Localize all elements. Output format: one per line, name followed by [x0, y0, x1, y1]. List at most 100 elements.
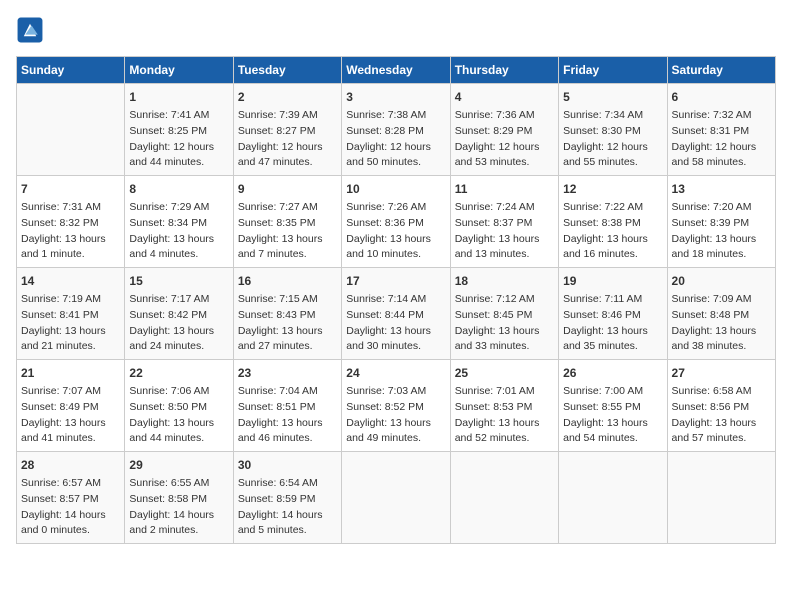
day-info: Sunrise: 7:19 AM Sunset: 8:41 PM Dayligh…: [21, 292, 120, 355]
column-header-sunday: Sunday: [17, 57, 125, 84]
day-info: Sunrise: 7:17 AM Sunset: 8:42 PM Dayligh…: [129, 292, 228, 355]
day-number: 23: [238, 364, 337, 382]
day-number: 17: [346, 272, 445, 290]
calendar-cell: 18Sunrise: 7:12 AM Sunset: 8:45 PM Dayli…: [450, 268, 558, 360]
day-number: 6: [672, 88, 771, 106]
calendar-cell: [559, 452, 667, 544]
column-header-monday: Monday: [125, 57, 233, 84]
calendar-cell: 4 Sunrise: 7:36 AM Sunset: 8:29 PM Daylig…: [450, 84, 558, 176]
day-number: 11: [455, 180, 554, 198]
day-number: 16: [238, 272, 337, 290]
day-number: 14: [21, 272, 120, 290]
day-info: Sunrise: 7:31 AM Sunset: 8:32 PM Dayligh…: [21, 200, 120, 263]
calendar-cell: 12 Sunrise: 7:22 AM Sunset: 8:38 PM Dayli…: [559, 176, 667, 268]
day-number: 27: [672, 364, 771, 382]
day-info: Sunrise: 7:36 AM Sunset: 8:29 PM Dayligh…: [455, 108, 554, 171]
calendar-cell: 23Sunrise: 7:04 AM Sunset: 8:51 PM Dayli…: [233, 360, 341, 452]
day-number: 13: [672, 180, 771, 198]
day-number: 29: [129, 456, 228, 474]
day-info: Sunrise: 7:24 AM Sunset: 8:37 PM Dayligh…: [455, 200, 554, 263]
calendar-cell: 26 Sunrise: 7:00 AM Sunset: 8:55 PM Dayli…: [559, 360, 667, 452]
calendar-header-row: SundayMondayTuesdayWednesdayThursdayFrid…: [17, 57, 776, 84]
day-number: 4: [455, 88, 554, 106]
calendar-cell: 20 Sunrise: 7:09 AM Sunset: 8:48 PM Dayli…: [667, 268, 775, 360]
page-header: [16, 16, 776, 44]
calendar-cell: 8 Sunrise: 7:29 AM Sunset: 8:34 PM Daylig…: [125, 176, 233, 268]
calendar-cell: 2 Sunrise: 7:39 AM Sunset: 8:27 PM Daylig…: [233, 84, 341, 176]
calendar-cell: 30 Sunrise: 6:54 AM Sunset: 8:59 PM Dayli…: [233, 452, 341, 544]
calendar-cell: 3Sunrise: 7:38 AM Sunset: 8:28 PM Daylig…: [342, 84, 450, 176]
calendar-cell: 6 Sunrise: 7:32 AM Sunset: 8:31 PM Daylig…: [667, 84, 775, 176]
calendar-cell: 22Sunrise: 7:06 AM Sunset: 8:50 PM Dayli…: [125, 360, 233, 452]
column-header-wednesday: Wednesday: [342, 57, 450, 84]
day-number: 18: [455, 272, 554, 290]
day-number: 9: [238, 180, 337, 198]
calendar-cell: 28 Sunrise: 6:57 AM Sunset: 8:57 PM Dayli…: [17, 452, 125, 544]
day-number: 8: [129, 180, 228, 198]
calendar-table: SundayMondayTuesdayWednesdayThursdayFrid…: [16, 56, 776, 544]
day-info: Sunrise: 7:39 AM Sunset: 8:27 PM Dayligh…: [238, 108, 337, 171]
logo-icon: [16, 16, 44, 44]
calendar-cell: 1 Sunrise: 7:41 AM Sunset: 8:25 PM Daylig…: [125, 84, 233, 176]
day-info: Sunrise: 7:15 AM Sunset: 8:43 PM Dayligh…: [238, 292, 337, 355]
day-number: 10: [346, 180, 445, 198]
day-number: 5: [563, 88, 662, 106]
day-info: Sunrise: 6:57 AM Sunset: 8:57 PM Dayligh…: [21, 476, 120, 539]
column-header-saturday: Saturday: [667, 57, 775, 84]
calendar-cell: 14 Sunrise: 7:19 AM Sunset: 8:41 PM Dayli…: [17, 268, 125, 360]
day-info: Sunrise: 7:20 AM Sunset: 8:39 PM Dayligh…: [672, 200, 771, 263]
calendar-cell: 27 Sunrise: 6:58 AM Sunset: 8:56 PM Dayli…: [667, 360, 775, 452]
day-number: 24: [346, 364, 445, 382]
day-number: 21: [21, 364, 120, 382]
calendar-week-row: 1 Sunrise: 7:41 AM Sunset: 8:25 PM Daylig…: [17, 84, 776, 176]
day-info: Sunrise: 7:11 AM Sunset: 8:46 PM Dayligh…: [563, 292, 662, 355]
calendar-cell: 11 Sunrise: 7:24 AM Sunset: 8:37 PM Dayli…: [450, 176, 558, 268]
calendar-cell: 21Sunrise: 7:07 AM Sunset: 8:49 PM Dayli…: [17, 360, 125, 452]
day-info: Sunrise: 6:58 AM Sunset: 8:56 PM Dayligh…: [672, 384, 771, 447]
day-number: 25: [455, 364, 554, 382]
calendar-cell: 5 Sunrise: 7:34 AM Sunset: 8:30 PM Daylig…: [559, 84, 667, 176]
day-number: 3: [346, 88, 445, 106]
day-info: Sunrise: 7:14 AM Sunset: 8:44 PM Dayligh…: [346, 292, 445, 355]
day-info: Sunrise: 7:32 AM Sunset: 8:31 PM Dayligh…: [672, 108, 771, 171]
calendar-cell: [342, 452, 450, 544]
column-header-tuesday: Tuesday: [233, 57, 341, 84]
day-info: Sunrise: 6:55 AM Sunset: 8:58 PM Dayligh…: [129, 476, 228, 539]
day-info: Sunrise: 7:26 AM Sunset: 8:36 PM Dayligh…: [346, 200, 445, 263]
calendar-cell: 17 Sunrise: 7:14 AM Sunset: 8:44 PM Dayli…: [342, 268, 450, 360]
day-info: Sunrise: 7:41 AM Sunset: 8:25 PM Dayligh…: [129, 108, 228, 171]
calendar-cell: [450, 452, 558, 544]
calendar-cell: 13 Sunrise: 7:20 AM Sunset: 8:39 PM Dayli…: [667, 176, 775, 268]
day-info: Sunrise: 7:00 AM Sunset: 8:55 PM Dayligh…: [563, 384, 662, 447]
day-number: 2: [238, 88, 337, 106]
day-number: 1: [129, 88, 228, 106]
calendar-cell: 9Sunrise: 7:27 AM Sunset: 8:35 PM Daylig…: [233, 176, 341, 268]
day-info: Sunrise: 7:01 AM Sunset: 8:53 PM Dayligh…: [455, 384, 554, 447]
day-info: Sunrise: 7:22 AM Sunset: 8:38 PM Dayligh…: [563, 200, 662, 263]
day-number: 20: [672, 272, 771, 290]
column-header-thursday: Thursday: [450, 57, 558, 84]
column-header-friday: Friday: [559, 57, 667, 84]
day-info: Sunrise: 7:29 AM Sunset: 8:34 PM Dayligh…: [129, 200, 228, 263]
calendar-cell: 10 Sunrise: 7:26 AM Sunset: 8:36 PM Dayli…: [342, 176, 450, 268]
calendar-cell: 24 Sunrise: 7:03 AM Sunset: 8:52 PM Dayli…: [342, 360, 450, 452]
day-number: 28: [21, 456, 120, 474]
day-number: 26: [563, 364, 662, 382]
calendar-cell: [667, 452, 775, 544]
day-info: Sunrise: 6:54 AM Sunset: 8:59 PM Dayligh…: [238, 476, 337, 539]
calendar-cell: 19Sunrise: 7:11 AM Sunset: 8:46 PM Dayli…: [559, 268, 667, 360]
day-info: Sunrise: 7:09 AM Sunset: 8:48 PM Dayligh…: [672, 292, 771, 355]
calendar-week-row: 21Sunrise: 7:07 AM Sunset: 8:49 PM Dayli…: [17, 360, 776, 452]
calendar-cell: 25 Sunrise: 7:01 AM Sunset: 8:53 PM Dayli…: [450, 360, 558, 452]
day-number: 15: [129, 272, 228, 290]
day-info: Sunrise: 7:34 AM Sunset: 8:30 PM Dayligh…: [563, 108, 662, 171]
day-info: Sunrise: 7:06 AM Sunset: 8:50 PM Dayligh…: [129, 384, 228, 447]
calendar-week-row: 14 Sunrise: 7:19 AM Sunset: 8:41 PM Dayli…: [17, 268, 776, 360]
day-number: 30: [238, 456, 337, 474]
calendar-cell: 29 Sunrise: 6:55 AM Sunset: 8:58 PM Dayli…: [125, 452, 233, 544]
logo: [16, 16, 48, 44]
calendar-cell: 15 Sunrise: 7:17 AM Sunset: 8:42 PM Dayli…: [125, 268, 233, 360]
calendar-week-row: 28 Sunrise: 6:57 AM Sunset: 8:57 PM Dayli…: [17, 452, 776, 544]
day-number: 12: [563, 180, 662, 198]
day-info: Sunrise: 7:03 AM Sunset: 8:52 PM Dayligh…: [346, 384, 445, 447]
